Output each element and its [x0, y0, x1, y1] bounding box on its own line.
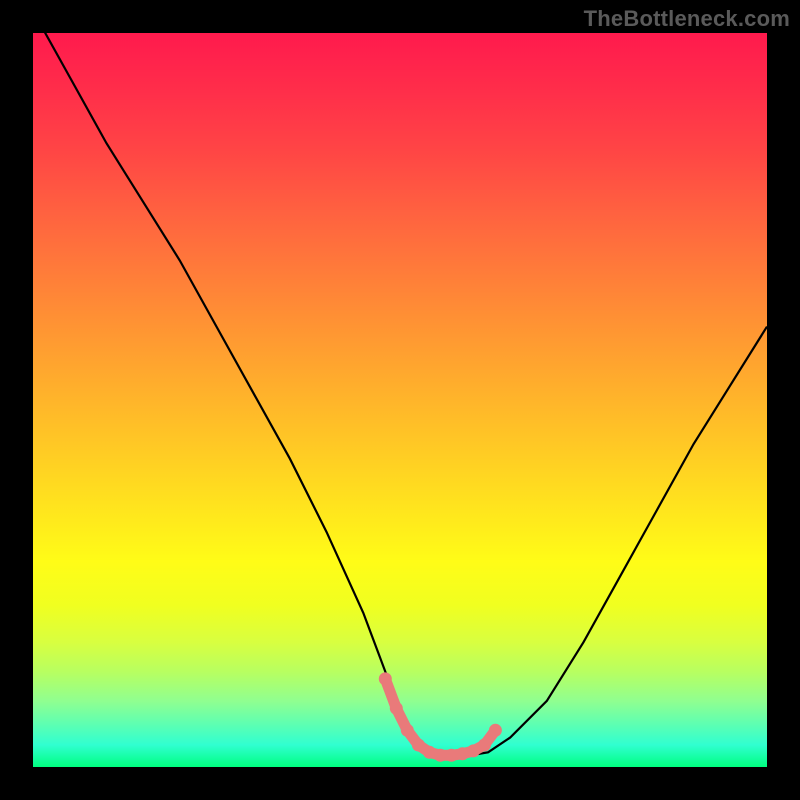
chart-container: TheBottleneck.com [0, 0, 800, 800]
watermark-text: TheBottleneck.com [584, 6, 790, 32]
main-curve [33, 33, 767, 756]
plot-area [33, 33, 767, 767]
highlight-dots [379, 672, 502, 761]
chart-svg [33, 33, 767, 767]
